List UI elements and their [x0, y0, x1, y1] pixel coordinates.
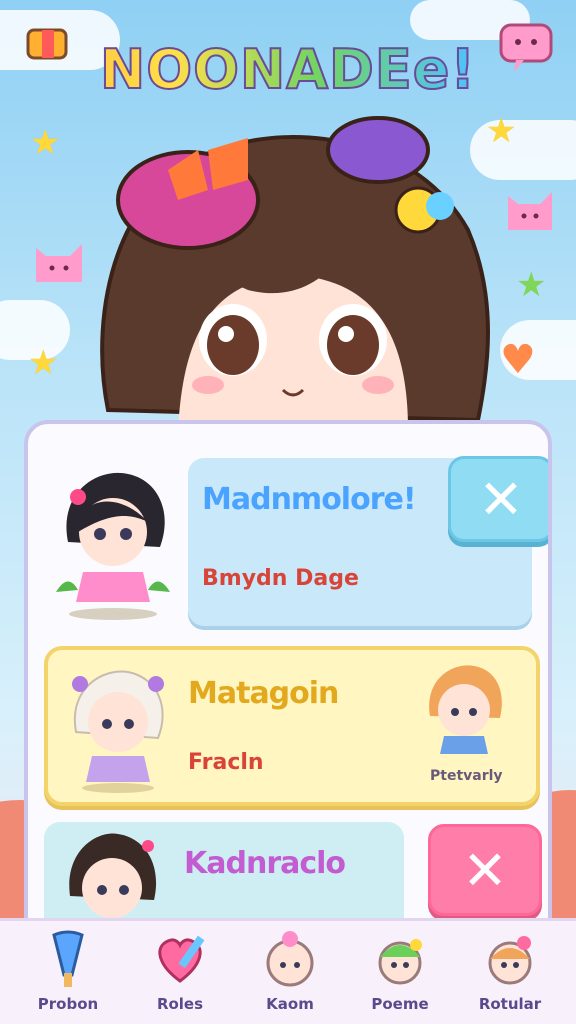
bottom-tab-bar: Probon Roles Kaom Poeme Rotular [0, 918, 576, 1024]
chibi-bun-icon [488, 936, 532, 985]
tab-kaom[interactable]: Kaom [242, 929, 338, 1021]
character-subtitle: Bmydn Dage [202, 566, 359, 591]
close-icon: ✕ [478, 467, 524, 531]
tab-label: Probon [37, 995, 99, 1013]
tab-label: Kaom [266, 995, 314, 1013]
tab-label: Roles [156, 995, 204, 1013]
cat-face-icon [30, 238, 88, 294]
chibi-face-icon [266, 931, 314, 987]
heart-pencil-icon [158, 935, 205, 983]
tab-roles[interactable]: Roles [132, 929, 228, 1021]
remove-character-button[interactable]: ✕ [448, 456, 548, 542]
tab-poeme[interactable]: Poeme [352, 929, 448, 1021]
cat-face-icon [504, 188, 556, 240]
star-icon: ★ [30, 123, 61, 163]
popsicle-icon [52, 930, 84, 987]
character-list-panel: Madnmolore! Bmydn Dage ✕ Matagoin Fracln [24, 420, 552, 940]
companion-character-portrait [429, 665, 502, 754]
character-subtitle: Fracln [188, 750, 264, 775]
speech-bubble-icon [498, 22, 554, 80]
game-screen: NOONADEe! ★ ★ ★ ★ ♥ Madnmolore! Bmydn Da… [0, 0, 576, 1024]
star-icon: ★ [28, 343, 59, 383]
game-title: NOONADEe! [0, 37, 576, 102]
character-name: Matagoin [188, 676, 339, 711]
balloon-icon [24, 24, 74, 74]
character-card-selected[interactable]: Matagoin Fracln Ptetvarly [44, 646, 540, 806]
main-character-avatar [100, 116, 490, 430]
character-name: Madnmolore! [202, 482, 417, 517]
tab-label: Poeme [371, 995, 429, 1013]
tab-label: Rotular [478, 995, 542, 1013]
chibi-character-portrait [56, 472, 170, 620]
tab-rotular[interactable]: Rotular [462, 929, 558, 1021]
chibi-cap-icon [378, 939, 422, 985]
star-icon: ★ [516, 265, 547, 305]
heart-icon: ♥ [500, 337, 536, 383]
chibi-character-portrait [72, 670, 164, 793]
companion-label: Ptetvarly [430, 768, 503, 784]
character-name: Kadnraclo [184, 846, 346, 881]
character-card[interactable]: Madnmolore! Bmydn Dage ✕ [44, 456, 548, 628]
remove-character-button[interactable]: ✕ [428, 824, 542, 916]
close-icon: ✕ [462, 838, 508, 902]
tab-probon[interactable]: Probon [20, 929, 116, 1021]
